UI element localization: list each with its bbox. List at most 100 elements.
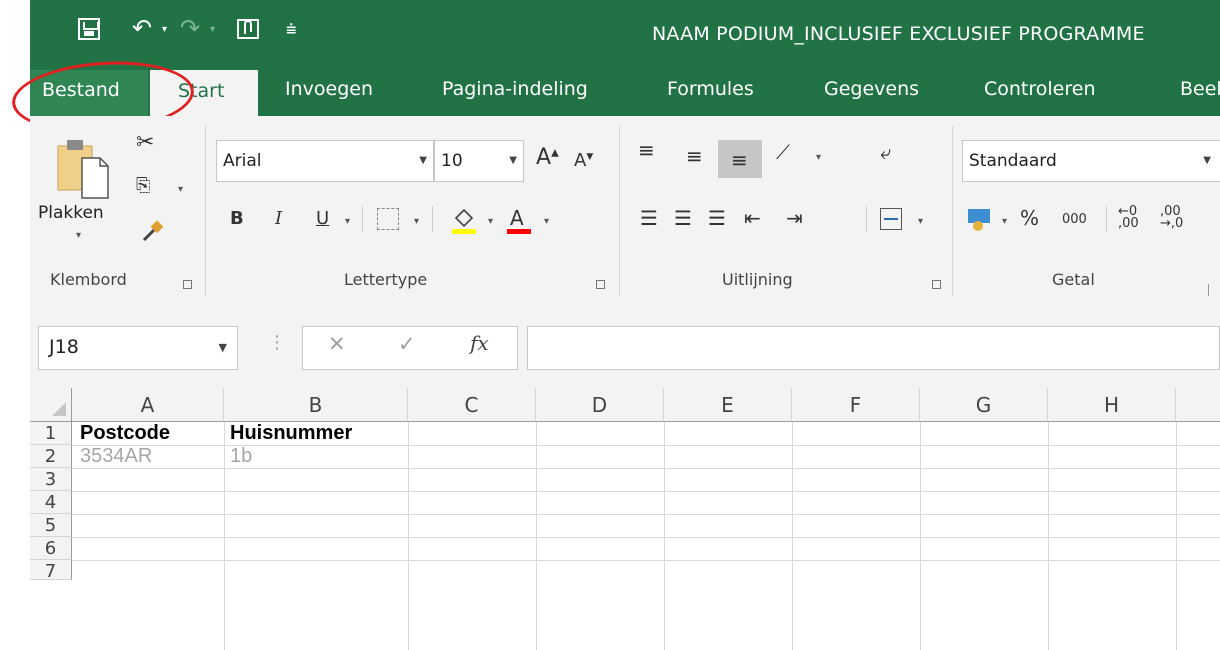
paste-label[interactable]: Plakken — [38, 203, 104, 223]
align-bottom-button[interactable]: ≡ — [718, 140, 762, 178]
grow-font-icon[interactable]: A▲ — [536, 145, 559, 170]
column-header-d[interactable]: D — [536, 388, 664, 422]
bold-button[interactable]: B — [230, 208, 244, 229]
column-header-h[interactable]: H — [1048, 388, 1176, 422]
italic-button[interactable]: I — [275, 208, 282, 229]
merge-center-icon[interactable] — [880, 208, 902, 230]
group-separator — [619, 126, 620, 296]
gridline — [72, 560, 1220, 561]
decrease-indent-icon[interactable]: ⇤ — [744, 206, 761, 230]
row-header-2[interactable]: 2 — [30, 445, 72, 468]
row-header-4[interactable]: 4 — [30, 491, 72, 514]
paste-icon[interactable] — [54, 136, 114, 200]
tab-invoegen[interactable]: Invoegen — [285, 78, 373, 100]
cell-a2[interactable]: 3534AR — [80, 445, 152, 468]
align-center-icon[interactable]: ☰ — [674, 206, 692, 230]
format-painter-icon[interactable] — [140, 218, 166, 244]
number-format-value: Standaard — [969, 151, 1057, 171]
tab-controleren[interactable]: Controleren — [984, 78, 1096, 100]
gridline — [72, 468, 1220, 469]
borders-icon[interactable] — [377, 208, 399, 230]
row-header-3[interactable]: 3 — [30, 468, 72, 491]
tab-gegevens[interactable]: Gegevens — [824, 78, 919, 100]
font-size-dropdown[interactable]: 10 ▼ — [434, 140, 524, 182]
group-separator — [952, 126, 953, 296]
column-header-a[interactable]: A — [72, 388, 224, 422]
align-middle-icon[interactable]: ≡ — [686, 144, 703, 168]
chevron-down-icon[interactable]: ▼ — [219, 341, 227, 354]
undo-dropdown-icon[interactable]: ▾ — [162, 24, 167, 35]
decrease-decimal-icon[interactable]: ,00 →,0 — [1160, 205, 1183, 230]
formula-input[interactable] — [527, 326, 1220, 370]
orientation-dropdown-icon[interactable]: ▾ — [816, 152, 821, 163]
select-all-button[interactable] — [30, 388, 72, 422]
window-title: NAAM PODIUM_INCLUSIEF EXCLUSIEF PROGRAMM… — [652, 23, 1145, 45]
shrink-font-icon[interactable]: A▼ — [574, 150, 593, 171]
insert-function-icon[interactable]: fx — [470, 331, 489, 355]
grip-icon: ⋮ — [268, 332, 286, 353]
cell-b2[interactable]: 1b — [230, 445, 252, 468]
number-group-label: Getal — [1052, 270, 1095, 289]
align-left-icon[interactable]: ☰ — [640, 206, 658, 230]
worksheet-grid[interactable] — [30, 388, 1220, 650]
column-header-f[interactable]: F — [792, 388, 920, 422]
gridline — [72, 514, 1220, 515]
tab-pagina-indeling[interactable]: Pagina-indeling — [442, 78, 588, 100]
underline-button[interactable]: U — [316, 208, 329, 229]
customize-qat-icon[interactable]: ⩧ — [286, 18, 297, 42]
svg-text:A: A — [510, 206, 524, 230]
tab-formules[interactable]: Formules — [667, 78, 754, 100]
save-icon[interactable] — [78, 18, 100, 40]
orientation-icon[interactable]: ⟋ — [776, 140, 790, 164]
align-top-icon[interactable]: ≡ — [638, 138, 655, 162]
increase-indent-icon[interactable]: ⇥ — [786, 206, 803, 230]
column-header-b[interactable]: B — [224, 388, 408, 422]
accounting-format-icon[interactable] — [966, 206, 996, 232]
row-header-7[interactable]: 7 — [30, 560, 72, 582]
font-color-dropdown-icon[interactable]: ▾ — [544, 216, 549, 227]
cell-a1[interactable]: Postcode — [80, 422, 170, 445]
paste-dropdown-icon[interactable]: ▾ — [76, 230, 81, 241]
increase-decimal-icon[interactable]: ←0,00 — [1118, 205, 1139, 230]
tab-beeld[interactable]: Beel — [1180, 78, 1220, 100]
clipboard-launcher-icon[interactable] — [183, 280, 192, 289]
font-color-icon[interactable]: A — [505, 204, 533, 236]
font-launcher-icon[interactable] — [596, 280, 605, 289]
undo-icon[interactable]: ↶ — [132, 16, 152, 40]
cut-icon[interactable]: ✂ — [136, 130, 154, 155]
column-header-g[interactable]: G — [920, 388, 1048, 422]
name-box[interactable]: J18 ▼ — [38, 326, 238, 370]
accounting-dropdown-icon[interactable]: ▾ — [1002, 216, 1007, 227]
borders-dropdown-icon[interactable]: ▾ — [414, 216, 419, 227]
gridline — [408, 422, 409, 650]
copy-dropdown-icon[interactable]: ▾ — [178, 184, 183, 195]
align-right-icon[interactable]: ☰ — [708, 206, 726, 230]
underline-dropdown-icon[interactable]: ▾ — [345, 216, 350, 227]
thousands-separator-button[interactable]: 000 — [1062, 212, 1087, 227]
font-name-value: Arial — [223, 151, 262, 171]
merge-dropdown-icon[interactable]: ▾ — [918, 216, 923, 227]
font-name-dropdown[interactable]: Arial ▼ — [216, 140, 434, 182]
gridline — [72, 537, 1220, 538]
gridline — [664, 422, 665, 650]
fill-color-icon[interactable] — [450, 204, 478, 236]
column-header-overflow — [1176, 388, 1220, 422]
number-launcher-icon[interactable] — [1208, 284, 1209, 296]
copy-icon[interactable]: ⎘ — [136, 175, 150, 196]
chevron-down-icon: ▼ — [1203, 155, 1211, 166]
number-format-dropdown[interactable]: Standaard ▼ — [962, 140, 1220, 182]
column-header-e[interactable]: E — [664, 388, 792, 422]
gridline — [536, 422, 537, 650]
percent-button[interactable]: % — [1020, 206, 1039, 230]
wrap-text-icon[interactable]: ⤶ — [880, 140, 891, 164]
redo-dropdown-icon: ▾ — [210, 24, 216, 35]
cancel-icon: ✕ — [328, 332, 346, 356]
column-header-c[interactable]: C — [408, 388, 536, 422]
row-header-6[interactable]: 6 — [30, 537, 72, 560]
fill-color-dropdown-icon[interactable]: ▾ — [488, 216, 493, 227]
row-header-5[interactable]: 5 — [30, 514, 72, 537]
attach-icon[interactable] — [236, 17, 262, 41]
row-header-1[interactable]: 1 — [30, 422, 72, 445]
alignment-launcher-icon[interactable] — [932, 280, 941, 289]
cell-b1[interactable]: Huisnummer — [230, 422, 352, 445]
